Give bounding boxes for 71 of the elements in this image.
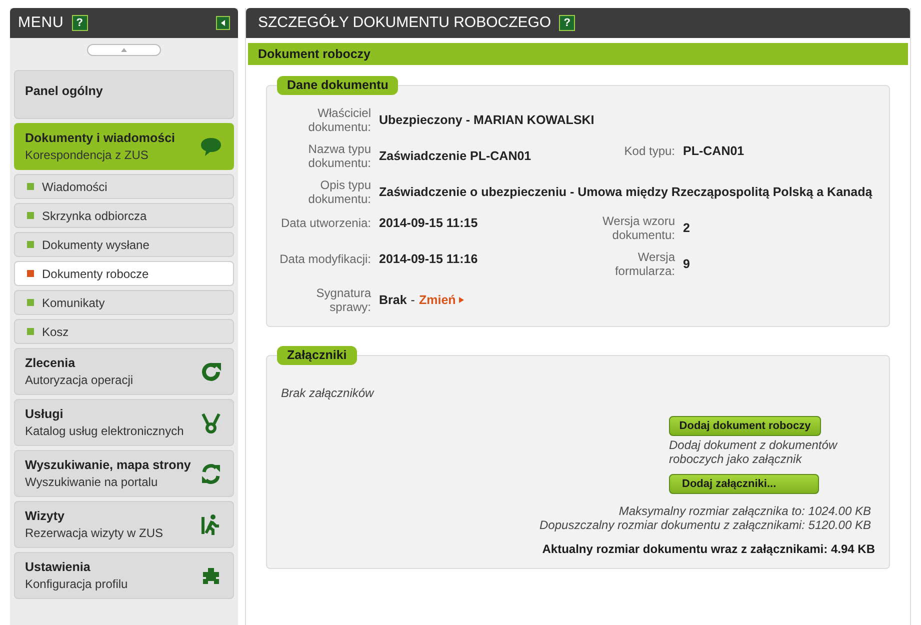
add-attachments-button[interactable]: Dodaj załączniki... xyxy=(669,474,819,494)
field-label: Wersja wzoru dokumentu: xyxy=(602,214,675,242)
field-value: 9 xyxy=(683,256,690,273)
menu-group-subtitle: Korespondencja z ZUS xyxy=(25,146,150,164)
menu-group-subtitle: Katalog usług elektronicznych xyxy=(25,422,185,440)
field-value: PL-CAN01 xyxy=(683,143,744,160)
up-arrow-icon xyxy=(121,48,127,52)
branch-icon xyxy=(199,410,223,434)
menu-group-title: Wizyty xyxy=(25,508,66,524)
section-legend: Załączniki xyxy=(277,346,357,365)
sync-icon xyxy=(199,462,223,486)
max-size-text: Maksymalny rozmiar załącznika to: 1024.00 KB xyxy=(618,504,871,518)
field-label: Właściciel dokumentu: xyxy=(307,106,371,134)
add-draft-hint: Dodaj dokument z dokumentów roboczych jako załącznik xyxy=(669,438,838,466)
bullet-icon xyxy=(27,328,34,335)
field-value: Brak xyxy=(379,292,407,309)
caret-icon xyxy=(458,297,464,303)
bullet-icon xyxy=(27,299,34,306)
bullet-icon xyxy=(27,183,34,190)
menu-group-subtitle: Rezerwacja wizyty w ZUS xyxy=(25,524,164,542)
menu-item[interactable]: Kosz xyxy=(14,319,234,344)
field-value: Zaświadczenie PL-CAN01 xyxy=(379,148,532,165)
menu-group-subtitle: Wyszukiwanie na portalu xyxy=(25,474,159,490)
field-value: Ubezpieczony - MARIAN KOWALSKI xyxy=(379,112,594,129)
menu-group-title: Wyszukiwanie, mapa strony xyxy=(25,456,192,474)
field-label: Sygnatura sprawy: xyxy=(315,286,371,314)
menu-group-title: Dokumenty i wiadomości xyxy=(25,130,176,146)
menu-title: MENU xyxy=(18,12,64,33)
field-label: Wersja formularza: xyxy=(614,250,675,278)
menu-group[interactable]: Ustawienia Konfiguracja profilu xyxy=(14,552,234,599)
menu-item[interactable]: Dokumenty robocze xyxy=(14,261,234,286)
menu-group-title: Usługi xyxy=(25,406,64,422)
bullet-icon xyxy=(27,241,34,248)
bullet-icon xyxy=(27,212,34,219)
help-button[interactable]: ? xyxy=(559,15,576,31)
collapse-icon[interactable] xyxy=(216,16,230,30)
empty-message: Brak załączników xyxy=(281,385,376,402)
menu-group-title: Panel ogólny xyxy=(25,83,104,100)
field-value: 2 xyxy=(683,220,690,237)
menu-group[interactable]: Wyszukiwanie, mapa strony Wyszukiwanie na portalu xyxy=(14,450,234,497)
menu-group-subtitle: Autoryzacja operacji xyxy=(25,372,134,388)
menu-item[interactable]: Wiadomości xyxy=(14,174,234,199)
section-legend: Dane dokumentu xyxy=(277,76,398,95)
allowed-size-text: Dopuszczalny rozmiar dokumentu z załącznikami: 5120.00 KB xyxy=(540,518,871,532)
menu-group[interactable]: Zlecenia Autoryzacja operacji xyxy=(14,348,234,395)
add-draft-button[interactable]: Dodaj dokument roboczy xyxy=(669,416,821,436)
change-link[interactable]: Zmień xyxy=(418,290,464,310)
menu-item[interactable]: Komunikaty xyxy=(14,290,234,315)
menu-item[interactable]: Dokumenty wysłane xyxy=(14,232,234,257)
menu-group[interactable]: Dokumenty i wiadomości Korespondencja z ZUS xyxy=(14,123,234,170)
menu-group-title: Zlecenia xyxy=(25,354,76,372)
help-button[interactable]: ? xyxy=(72,15,88,31)
field-value: 2014-09-15 11:15 xyxy=(379,215,478,232)
menu-group[interactable]: Panel ogólny xyxy=(14,70,234,119)
panel-title: Dokument roboczy xyxy=(258,46,371,63)
field-value: 2014-09-15 11:16 xyxy=(379,251,478,268)
menu-group-title: Ustawienia xyxy=(25,558,92,576)
bullet-icon xyxy=(27,270,34,277)
menu-group[interactable]: Wizyty Rezerwacja wizyty w ZUS xyxy=(14,501,234,548)
field-label: Data utworzenia: xyxy=(280,216,371,230)
field-label: Opis typu dokumentu: xyxy=(307,178,371,206)
field-label: Kod typu: xyxy=(623,144,675,158)
field-label: Data modyfikacji: xyxy=(278,252,371,266)
menu-group[interactable]: Usługi Katalog usług elektronicznych xyxy=(14,399,234,446)
menu-item[interactable]: Skrzynka odbiorcza xyxy=(14,203,234,228)
field-value: Zaświadczenie o ubezpieczeniu - Umowa między Rzecząpospolitą Polską a Kanadą xyxy=(379,184,872,201)
current-size-text: Aktualny rozmiar dokumentu wraz z załącznikami: 4.94 KB xyxy=(542,541,875,558)
field-label: Nazwa typu dokumentu: xyxy=(307,142,371,170)
menu-group-subtitle: Konfiguracja profilu xyxy=(25,576,129,592)
page-title: SZCZEGÓŁY DOKUMENTU ROBOCZEGO xyxy=(258,12,552,33)
separator: - xyxy=(410,292,415,309)
